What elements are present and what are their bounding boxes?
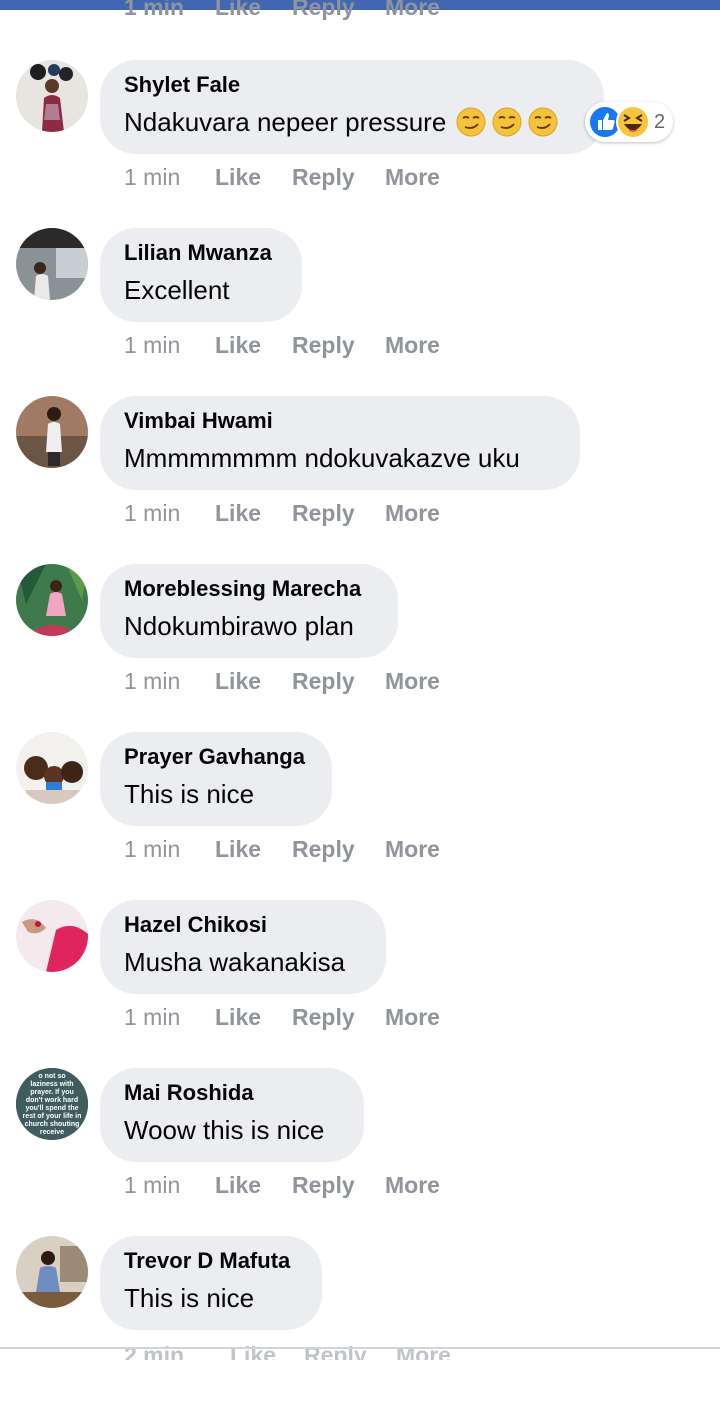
comment: Shylet Fale Ndakuvara nepeer pressure 2 … xyxy=(0,60,720,228)
comment-text: This is nice xyxy=(124,1283,255,1313)
svg-text:you'll spend the: you'll spend the xyxy=(25,1105,78,1112)
comment-author[interactable]: Mai Roshida xyxy=(124,1080,340,1106)
comment: Vimbai Hwami Mmmmmmmm ndokuvakazve uku 1… xyxy=(0,396,720,564)
reply-link[interactable]: Reply xyxy=(292,1170,355,1200)
comment-author[interactable]: Prayer Gavhanga xyxy=(124,744,308,770)
avatar[interactable] xyxy=(16,732,88,804)
like-link[interactable]: Like xyxy=(215,666,261,696)
comment: Lilian Mwanza Excellent 1 min Like Reply… xyxy=(0,228,720,396)
comment-text: This is nice xyxy=(124,779,255,809)
reply-link[interactable]: Reply xyxy=(292,498,355,528)
comment-text: Mmmmmmmm ndokuvakazve uku xyxy=(124,443,520,473)
comment-bubble: Lilian Mwanza Excellent xyxy=(100,228,302,322)
last-like-link[interactable]: Like xyxy=(230,1342,276,1360)
previous-more-link[interactable]: More xyxy=(385,0,440,21)
svg-text:receive: receive xyxy=(40,1129,64,1136)
svg-text:o not so: o not so xyxy=(38,1073,65,1080)
more-link[interactable]: More xyxy=(385,162,440,192)
comment: Trevor D Mafuta This is nice xyxy=(0,1236,720,1404)
comment-text: Ndakuvara nepeer pressure xyxy=(124,107,447,137)
comment-author[interactable]: Trevor D Mafuta xyxy=(124,1248,298,1274)
like-link[interactable]: Like xyxy=(215,834,261,864)
last-comment-time: 2 min xyxy=(124,1342,185,1360)
comment-author[interactable]: Vimbai Hwami xyxy=(124,408,556,434)
previous-reply-link[interactable]: Reply xyxy=(292,0,355,21)
svg-text:laziness with: laziness with xyxy=(30,1081,73,1088)
comment-text: Musha wakanakisa xyxy=(124,947,346,977)
avatar[interactable] xyxy=(16,564,88,636)
comment-text: Excellent xyxy=(124,275,230,305)
reply-link[interactable]: Reply xyxy=(292,330,355,360)
comment-bubble: Vimbai Hwami Mmmmmmmm ndokuvakazve uku xyxy=(100,396,580,490)
comment-bubble: Shylet Fale Ndakuvara nepeer pressure xyxy=(100,60,604,154)
comment-time: 1 min xyxy=(124,1172,181,1198)
last-reply-link[interactable]: Reply xyxy=(304,1342,367,1360)
like-link[interactable]: Like xyxy=(215,330,261,360)
like-link[interactable]: Like xyxy=(215,498,261,528)
comment-time: 1 min xyxy=(124,164,181,190)
top-app-bar xyxy=(0,0,720,10)
reaction-count: 2 xyxy=(654,110,666,133)
haha-reaction-icon xyxy=(616,105,650,139)
comment-author[interactable]: Lilian Mwanza xyxy=(124,240,278,266)
comment-time: 1 min xyxy=(124,500,181,526)
last-more-link[interactable]: More xyxy=(396,1342,451,1360)
reply-link[interactable]: Reply xyxy=(292,666,355,696)
more-link[interactable]: More xyxy=(385,1170,440,1200)
more-link[interactable]: More xyxy=(385,666,440,696)
avatar[interactable] xyxy=(16,900,88,972)
avatar[interactable] xyxy=(16,60,88,132)
comment-bubble: Mai Roshida Woow this is nice xyxy=(100,1068,364,1162)
comment-time: 1 min xyxy=(124,836,181,862)
like-link[interactable]: Like xyxy=(215,1002,261,1032)
avatar[interactable] xyxy=(16,1236,88,1308)
svg-text:prayer. If you: prayer. If you xyxy=(30,1089,74,1096)
reply-link[interactable]: Reply xyxy=(292,834,355,864)
comment-time: 1 min xyxy=(124,668,181,694)
comment-time: 1 min xyxy=(124,332,181,358)
avatar[interactable] xyxy=(16,228,88,300)
svg-text:don't work hard: don't work hard xyxy=(26,1097,78,1104)
avatar[interactable]: o not so laziness with prayer. If you do… xyxy=(16,1068,88,1140)
reply-link[interactable]: Reply xyxy=(292,162,355,192)
like-link[interactable]: Like xyxy=(215,1170,261,1200)
reactions-summary[interactable]: 2 xyxy=(585,102,673,142)
comment-text-row: Ndakuvara nepeer pressure xyxy=(124,104,580,140)
more-link[interactable]: More xyxy=(385,834,440,864)
more-link[interactable]: More xyxy=(385,1002,440,1032)
comment-bubble: Prayer Gavhanga This is nice xyxy=(100,732,332,826)
comment-bubble: Hazel Chikosi Musha wakanakisa xyxy=(100,900,386,994)
avatar[interactable] xyxy=(16,396,88,468)
comment-text: Ndokumbirawo plan xyxy=(124,611,354,641)
comment-bubble: Moreblessing Marecha Ndokumbirawo plan xyxy=(100,564,398,658)
comment-author[interactable]: Moreblessing Marecha xyxy=(124,576,374,602)
previous-like-link[interactable]: Like xyxy=(215,0,261,21)
more-link[interactable]: More xyxy=(385,498,440,528)
comment-bubble: Trevor D Mafuta This is nice xyxy=(100,1236,322,1330)
comment: Moreblessing Marecha Ndokumbirawo plan 1… xyxy=(0,564,720,732)
reply-link[interactable]: Reply xyxy=(292,1002,355,1032)
comment-text: Woow this is nice xyxy=(124,1115,325,1145)
quote-image: o not so laziness with prayer. If you do… xyxy=(16,1068,88,1140)
bottom-divider xyxy=(0,1347,720,1349)
svg-text:rest of your life in: rest of your life in xyxy=(23,1113,82,1120)
comment: Hazel Chikosi Musha wakanakisa 1 min Lik… xyxy=(0,900,720,1068)
comment-time: 1 min xyxy=(124,1004,181,1030)
like-link[interactable]: Like xyxy=(215,162,261,192)
comment: Prayer Gavhanga This is nice 1 min Like … xyxy=(0,732,720,900)
previous-time: 1 min xyxy=(124,0,185,20)
smirk-emoji-icon xyxy=(492,107,522,137)
last-comment-actions: 2 min Like Reply More xyxy=(124,1342,524,1360)
comment-author[interactable]: Shylet Fale xyxy=(124,72,580,98)
comment-author[interactable]: Hazel Chikosi xyxy=(124,912,362,938)
smirk-emoji-icon xyxy=(456,107,486,137)
comment: o not so laziness with prayer. If you do… xyxy=(0,1068,720,1236)
smirk-emoji-icon xyxy=(528,107,558,137)
more-link[interactable]: More xyxy=(385,330,440,360)
svg-text:church shouting: church shouting xyxy=(25,1121,80,1128)
